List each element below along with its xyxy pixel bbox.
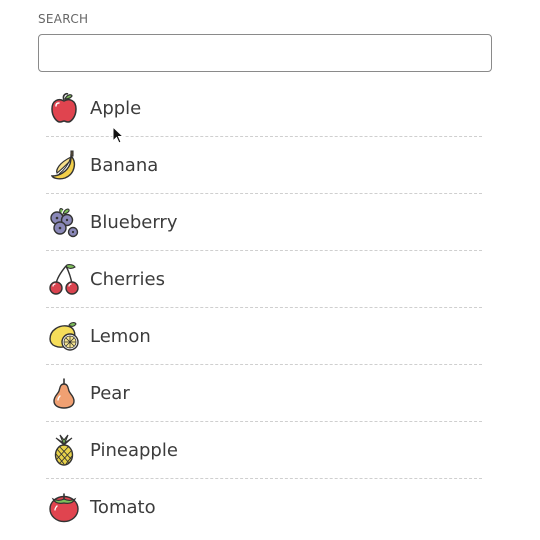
banana-icon xyxy=(46,147,82,183)
list-item-label: Apple xyxy=(90,97,142,119)
list-item-label: Banana xyxy=(90,154,159,176)
list-item-label: Pineapple xyxy=(90,439,178,461)
list-item-pineapple[interactable]: Pineapple xyxy=(46,422,482,479)
list-item-label: Cherries xyxy=(90,268,165,290)
pineapple-icon xyxy=(46,432,82,468)
list-item-tomato[interactable]: Tomato xyxy=(46,479,482,535)
list-item-apple[interactable]: Apple xyxy=(46,80,482,137)
list-item-blueberry[interactable]: Blueberry xyxy=(46,194,482,251)
list-item-pear[interactable]: Pear xyxy=(46,365,482,422)
apple-icon xyxy=(46,90,82,126)
list-item-banana[interactable]: Banana xyxy=(46,137,482,194)
fruit-search-page: SEARCH Apple Banana Blueberry Cherries L… xyxy=(0,0,540,540)
lemon-icon xyxy=(46,318,82,354)
list-item-lemon[interactable]: Lemon xyxy=(46,308,482,365)
search-input[interactable] xyxy=(38,34,492,72)
list-item-label: Lemon xyxy=(90,325,151,347)
tomato-icon xyxy=(46,489,82,525)
list-item-label: Blueberry xyxy=(90,211,178,233)
cherries-icon xyxy=(46,261,82,297)
pear-icon xyxy=(46,375,82,411)
list-item-label: Tomato xyxy=(90,496,156,518)
list-item-cherries[interactable]: Cherries xyxy=(46,251,482,308)
blueberry-icon xyxy=(46,204,82,240)
list-item-label: Pear xyxy=(90,382,130,404)
search-label: SEARCH xyxy=(38,12,89,26)
fruit-list: Apple Banana Blueberry Cherries Lemon Pe… xyxy=(46,80,482,535)
